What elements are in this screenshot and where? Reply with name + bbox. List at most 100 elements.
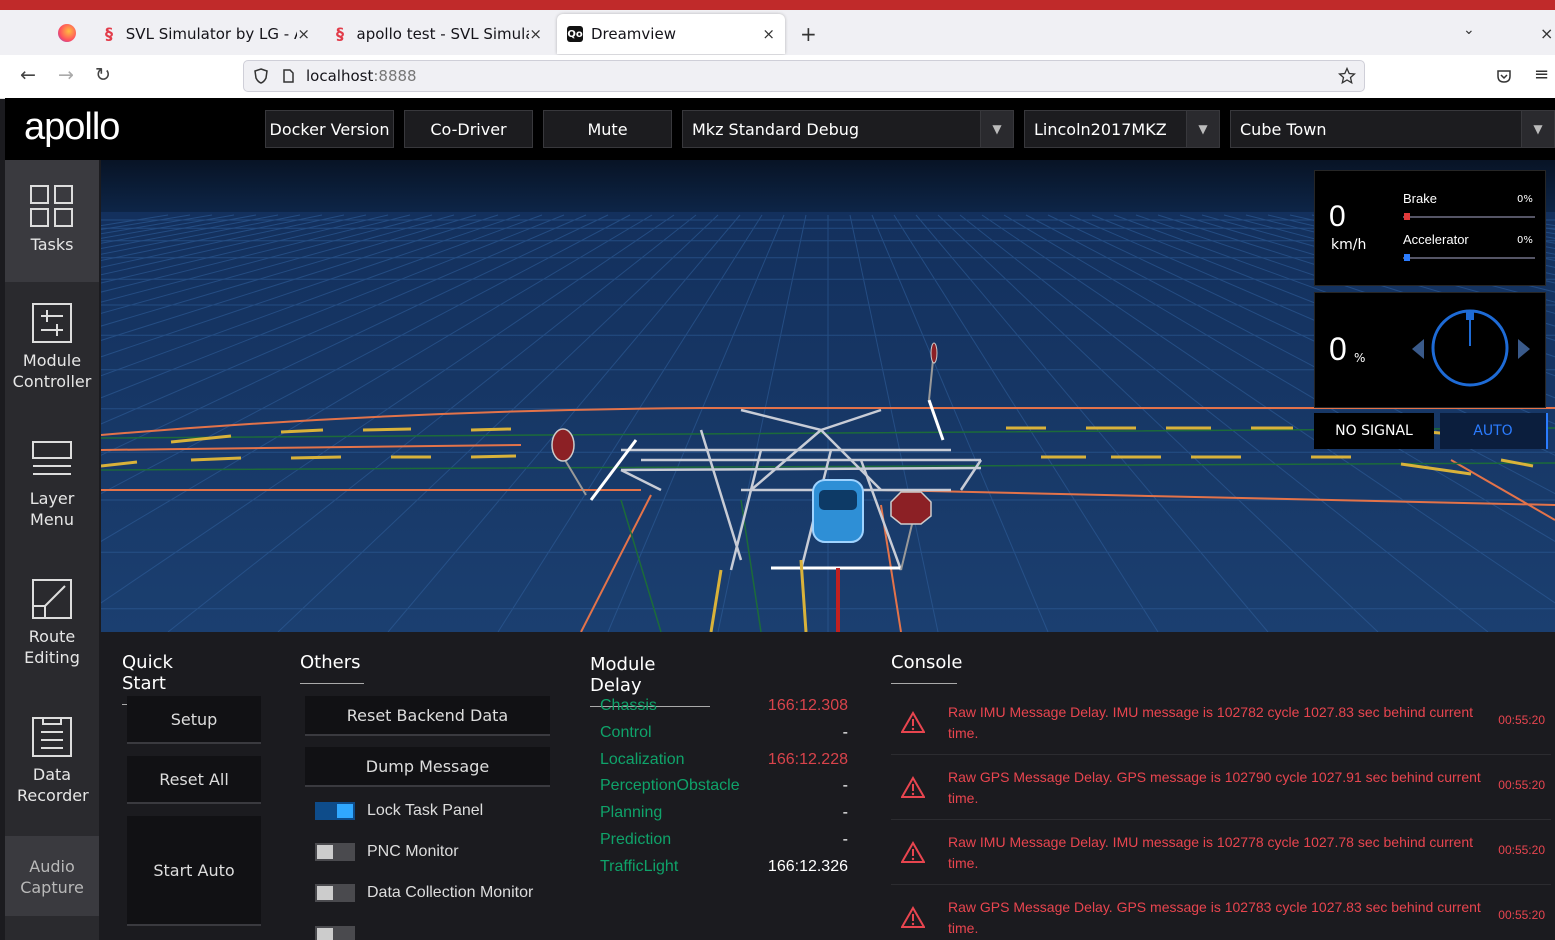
module-delay-value: - [842, 723, 848, 741]
console-message-text: Raw GPS Message Delay. GPS message is 10… [948, 769, 1481, 806]
tab-label: Dreamview [591, 25, 676, 43]
close-tab-icon[interactable]: × [762, 25, 775, 43]
sidebar-item-label: Audio Capture [20, 857, 84, 897]
close-tab-icon[interactable]: × [297, 25, 310, 43]
bookmark-star-icon[interactable] [1338, 67, 1356, 85]
module-delay-value: - [842, 777, 848, 795]
new-tab-button[interactable]: + [800, 22, 817, 46]
vehicle-select[interactable]: Lincoln2017MKZ ▼ [1024, 110, 1220, 148]
others-title: Others [300, 652, 364, 684]
tab-dreamview[interactable]: Qo Dreamview × [557, 14, 785, 54]
tab-svl-simulator[interactable]: § SVL Simulator by LG - Au × [95, 14, 320, 54]
module-delay-value: 166:12.308 [767, 697, 848, 714]
accelerator-bar-fill [1404, 254, 1410, 261]
sidebar-item-label: Data Recorder [17, 765, 89, 805]
console-message: Raw IMU Message Delay. IMU message is 10… [891, 690, 1551, 755]
console-message-text: Raw GPS Message Delay. GPS message is 10… [948, 899, 1481, 936]
apollo-logo: apollo [24, 106, 120, 148]
accelerator-label: Accelerator [1403, 232, 1469, 247]
warning-icon [901, 711, 925, 733]
console-message: Raw GPS Message Delay. GPS message is 10… [891, 885, 1551, 940]
warning-icon [901, 841, 925, 863]
chevron-down-icon: ▼ [1186, 111, 1219, 147]
tasks-icon [30, 185, 73, 227]
drive-mode-status: AUTO [1440, 413, 1548, 449]
sidebar-item-data-recorder[interactable]: Data Recorder [5, 716, 99, 806]
url-host: localhost [306, 67, 374, 85]
module-name: TrafficLight [600, 857, 679, 875]
list-tabs-icon[interactable]: ⌄ [1463, 22, 1475, 38]
close-tab-icon[interactable]: × [529, 25, 542, 43]
firefox-icon[interactable] [58, 24, 76, 42]
sidebar-item-label: Tasks [30, 235, 74, 254]
vehicle-select-value: Lincoln2017MKZ [1034, 119, 1167, 139]
dreamview-icon: Qo [567, 26, 583, 42]
sidebar-item-route-editing[interactable]: Route Editing [5, 578, 99, 668]
console-message-time: 00:55:20 [1498, 713, 1545, 727]
reset-backend-data-button[interactable]: Reset Backend Data [305, 696, 550, 736]
console-title: Console [891, 652, 962, 684]
speed-value: 0 [1329, 200, 1346, 233]
sidebar-item-audio-capture[interactable]: Audio Capture [5, 856, 99, 898]
mute-button[interactable]: Mute [543, 110, 672, 148]
menu-icon[interactable]: ≡ [1534, 64, 1549, 85]
start-auto-button[interactable]: Start Auto [127, 816, 261, 926]
turn-signal-status: NO SIGNAL [1314, 413, 1434, 449]
console-message-text: Raw IMU Message Delay. IMU message is 10… [948, 834, 1473, 871]
brake-bar-fill [1404, 213, 1410, 220]
console-message-time: 00:55:20 [1498, 843, 1545, 857]
svl-icon: § [336, 24, 344, 43]
url-port: :8888 [373, 67, 417, 85]
setup-button[interactable]: Setup [127, 696, 261, 744]
sidebar-item-layer-menu[interactable]: Layer Menu [5, 440, 99, 530]
mode-select[interactable]: Mkz Standard Debug ▼ [682, 110, 1014, 148]
chevron-down-icon: ▼ [1521, 111, 1554, 147]
pnc-monitor-toggle-row[interactable]: PNC Monitor [315, 843, 459, 861]
pocket-icon[interactable] [1496, 68, 1512, 84]
mode-select-value: Mkz Standard Debug [692, 119, 860, 139]
module-delay-row: PerceptionObstacle - [600, 777, 848, 803]
module-delay-row: Planning - [600, 804, 848, 830]
brake-label: Brake [1403, 191, 1437, 206]
module-name: Prediction [600, 831, 672, 848]
warning-icon [901, 776, 925, 798]
sidebar-item-tasks[interactable]: Tasks [5, 184, 99, 255]
lock-task-panel-toggle[interactable] [315, 802, 355, 820]
tab-apollo-test[interactable]: § apollo test - SVL Simulato × [326, 14, 552, 54]
module-delay-row: Prediction - [600, 831, 848, 857]
steering-wheel-icon [1412, 309, 1530, 387]
data-collection-monitor-toggle-row[interactable]: Data Collection Monitor [315, 884, 533, 902]
console-message: Raw GPS Message Delay. GPS message is 10… [891, 755, 1551, 820]
sidebar-item-module-controller[interactable]: Module Controller [5, 302, 99, 392]
partial-toggle-row[interactable] [315, 926, 355, 940]
map-select[interactable]: Cube Town ▼ [1230, 110, 1555, 148]
module-name: Planning [600, 804, 663, 822]
module-delay-row: TrafficLight 166:12.326 [600, 858, 848, 884]
url-bar[interactable]: localhost:8888 [243, 60, 1365, 92]
module-name: Control [600, 723, 652, 741]
module-delay-value: 166:12.228 [767, 750, 848, 768]
docker-version-button[interactable]: Docker Version [265, 110, 394, 148]
sidebar-item-label: Module Controller [12, 351, 92, 391]
reset-all-button[interactable]: Reset All [127, 756, 261, 804]
data-collection-monitor-toggle[interactable] [315, 884, 355, 902]
close-window-icon[interactable]: × [1540, 24, 1553, 43]
speed-unit: km/h [1331, 237, 1367, 253]
shield-icon [254, 68, 268, 84]
dump-message-button[interactable]: Dump Message [305, 747, 550, 787]
sidebar-item-label: Route Editing [24, 627, 80, 667]
tab-label: apollo test - SVL Simulato [356, 25, 530, 43]
accelerator-bar [1403, 257, 1535, 259]
toggle-label: PNC Monitor [367, 843, 459, 860]
tab-label: SVL Simulator by LG - Au [125, 25, 298, 43]
lock-task-panel-toggle-row[interactable]: Lock Task Panel [315, 802, 483, 820]
pnc-monitor-toggle[interactable] [315, 843, 355, 861]
chevron-down-icon: ▼ [980, 111, 1013, 147]
back-icon[interactable]: ← [20, 64, 36, 86]
module-delay-row: Localization 166:12.228 [600, 751, 848, 777]
reload-icon[interactable]: ↻ [95, 64, 111, 86]
forward-icon[interactable]: → [58, 64, 74, 86]
speed-panel [1314, 170, 1546, 286]
co-driver-button[interactable]: Co-Driver [404, 110, 533, 148]
steering-unit: % [1354, 351, 1366, 365]
